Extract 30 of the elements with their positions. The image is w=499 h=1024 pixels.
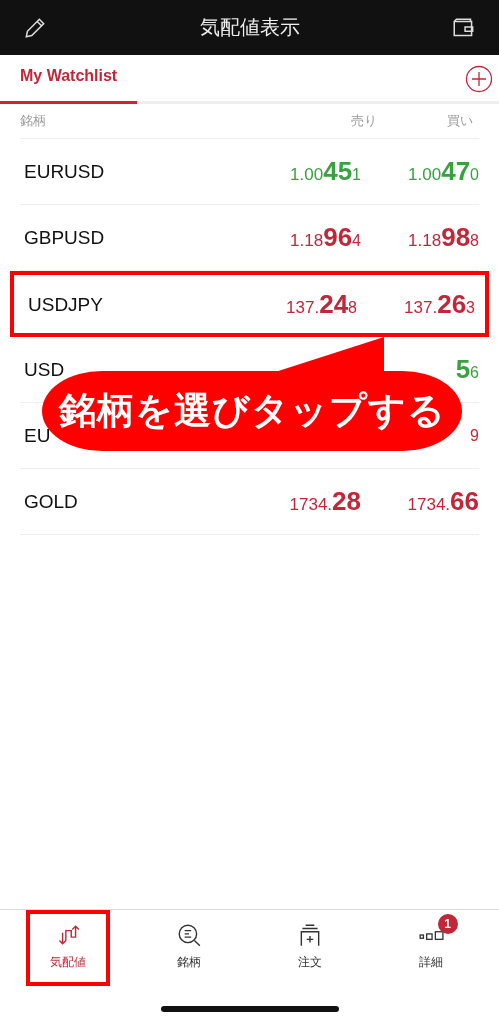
symbol-name[interactable]: GOLD xyxy=(24,492,243,511)
column-header: 売り xyxy=(351,112,377,130)
column-header: 銘柄 xyxy=(20,112,47,130)
nav-tab[interactable]: 銘柄 xyxy=(147,910,232,986)
price-quote: 137.263 xyxy=(403,288,475,320)
watchlist-row[interactable]: GBPUSD 1.18964 1.18988 xyxy=(20,205,479,271)
price-quote: 9 xyxy=(469,425,479,446)
price-quote: 1.00470 xyxy=(407,156,479,187)
price-quote: 56 xyxy=(454,354,479,385)
symbol-name[interactable]: USDJPY xyxy=(28,294,239,314)
price-quote: 1734.66 xyxy=(406,486,479,517)
nav-tab[interactable]: 気配値 xyxy=(26,910,111,986)
price-quote: 1.00451 xyxy=(289,156,361,187)
symbol-name[interactable]: GBPUSD xyxy=(24,228,243,247)
nav-tab[interactable]: 注文 xyxy=(267,910,352,986)
add-icon[interactable] xyxy=(465,65,493,93)
column-header: 買い xyxy=(447,112,473,130)
notification-badge: 1 xyxy=(437,914,458,934)
watchlist-row[interactable]: USDJPY 137.248 137.263 xyxy=(10,271,489,337)
watchlist-tab[interactable]: My Watchlist xyxy=(0,55,137,104)
price-quote: 1734.28 xyxy=(288,486,361,517)
nav-tab[interactable]: 1 詳細 xyxy=(388,910,473,986)
screen-title: 気配値表示 xyxy=(199,15,300,40)
watchlist-row[interactable]: EURUSD 1.00451 1.00470 xyxy=(20,139,479,205)
price-quote: 1.18988 xyxy=(407,222,479,253)
price-quote: 1.18964 xyxy=(289,222,361,253)
watchlist-row[interactable]: GOLD 1734.28 1734.66 xyxy=(20,469,479,535)
symbol-name[interactable]: EURUSD xyxy=(24,162,243,181)
search-icon xyxy=(176,922,203,948)
price-quote: 137.248 xyxy=(285,288,357,320)
